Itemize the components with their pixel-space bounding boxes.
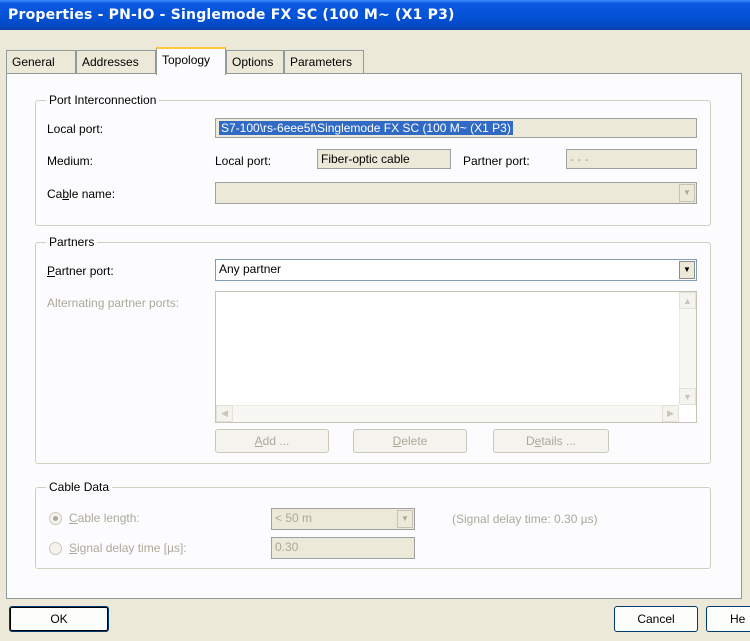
medium-value: Fiber-optic cable (321, 152, 410, 166)
tab-topology[interactable]: Topology (156, 47, 226, 75)
signal-delay-radio[interactable] (49, 542, 62, 555)
tab-general-label: General (12, 55, 55, 69)
partner-port-label: Partner port: (463, 154, 530, 168)
scroll-down-icon[interactable]: ▼ (679, 388, 696, 405)
delete-button-label: elete (401, 434, 428, 448)
add-button-label: dd ... (262, 434, 290, 448)
partner-port-select-label: Partner port: (47, 263, 114, 279)
signal-delay-mnemonic: S (69, 541, 78, 555)
cable-length-label: Cable length: (69, 510, 140, 526)
cable-data-title: Cable Data (46, 480, 113, 494)
chevron-down-icon[interactable]: ▼ (397, 510, 413, 528)
tab-addresses[interactable]: Addresses (76, 50, 156, 74)
alternating-partner-ports-list[interactable]: ▲ ▼ ◀ ▶ (215, 291, 697, 423)
tab-general[interactable]: General (6, 50, 76, 74)
help-button[interactable]: He (706, 606, 750, 632)
tab-parameters-label: Parameters (290, 55, 353, 69)
local-port-label: Local port: (47, 122, 104, 136)
cable-name-label-part: le name: (69, 187, 116, 201)
cable-length-label-part: able length: (77, 511, 140, 525)
chevron-down-icon[interactable]: ▼ (679, 261, 695, 279)
cable-name-label: Cable name: (47, 186, 115, 202)
local-port-value: S7-100\rs-6eee5f\Singlemode FX SC (100 M… (219, 121, 513, 135)
signal-delay-label: Signal delay time [µs]: (69, 540, 187, 556)
details-button[interactable]: Details ... (493, 429, 609, 453)
tab-addresses-label: Addresses (82, 55, 139, 69)
ok-button[interactable]: OK (9, 606, 109, 632)
radio-selected-dot (53, 516, 58, 521)
cable-length-mnemonic: C (69, 511, 78, 525)
signal-delay-field[interactable]: 0.30 (271, 537, 415, 559)
cable-length-value: < 50 m (275, 511, 313, 525)
details-button-label: tails ... (541, 434, 577, 448)
delete-button[interactable]: Delete (353, 429, 467, 453)
topology-tab-panel: Port Interconnection Local port: S7-100\… (6, 73, 742, 599)
delete-button-mnemonic: D (392, 434, 402, 448)
details-button-label: D (525, 434, 535, 448)
horizontal-scrollbar[interactable]: ◀ ▶ (216, 405, 679, 422)
vertical-scrollbar[interactable]: ▲ ▼ (679, 292, 696, 405)
chevron-down-icon[interactable]: ▼ (679, 184, 695, 202)
help-label: He (730, 612, 746, 626)
add-button[interactable]: Add ... (215, 429, 329, 453)
alternating-partner-ports-label: Alternating partner ports: (47, 296, 180, 310)
partner-port-dropdown[interactable]: Any partner ▼ (215, 259, 697, 281)
cable-length-radio[interactable] (49, 512, 62, 525)
signal-delay-value: 0.30 (275, 540, 299, 554)
tab-topology-label: Topology (162, 53, 211, 67)
window-title: Properties - PN-IO - Singlemode FX SC (1… (8, 7, 455, 23)
cancel-button[interactable]: Cancel (614, 606, 698, 632)
partner-port-field: - - - (566, 149, 697, 169)
cable-name-label-part: Ca (47, 187, 63, 201)
scroll-up-icon[interactable]: ▲ (679, 292, 696, 309)
ok-label: OK (50, 612, 68, 626)
scroll-left-icon[interactable]: ◀ (216, 405, 233, 422)
partner-port-value: - - - (570, 152, 589, 166)
tab-options-label: Options (232, 55, 274, 69)
medium-label: Medium: (47, 154, 94, 168)
tab-options[interactable]: Options (226, 50, 284, 74)
add-button-mnemonic: A (254, 434, 263, 448)
local-port-field[interactable]: S7-100\rs-6eee5f\Singlemode FX SC (100 M… (215, 118, 697, 138)
medium-field: Fiber-optic cable (317, 149, 451, 169)
window-title-bar[interactable]: Properties - PN-IO - Singlemode FX SC (1… (0, 0, 750, 30)
partner-port-label-part: artner port: (55, 264, 114, 278)
cable-name-dropdown[interactable]: ▼ (215, 182, 697, 204)
signal-delay-note: (Signal delay time: 0.30 µs) (452, 512, 598, 526)
cable-length-dropdown[interactable]: < 50 m ▼ (271, 508, 415, 530)
cancel-label: Cancel (637, 612, 675, 626)
tab-parameters[interactable]: Parameters (284, 50, 364, 74)
partner-port-label-mnemonic: P (47, 264, 56, 278)
scroll-right-icon[interactable]: ▶ (662, 405, 679, 422)
medium-local-port-label: Local port: (215, 154, 272, 168)
signal-delay-label-part: ignal delay time [µs]: (77, 541, 187, 555)
port-interconnection-title: Port Interconnection (46, 93, 160, 107)
partner-port-select-value: Any partner (219, 262, 282, 276)
partners-title: Partners (46, 235, 98, 249)
